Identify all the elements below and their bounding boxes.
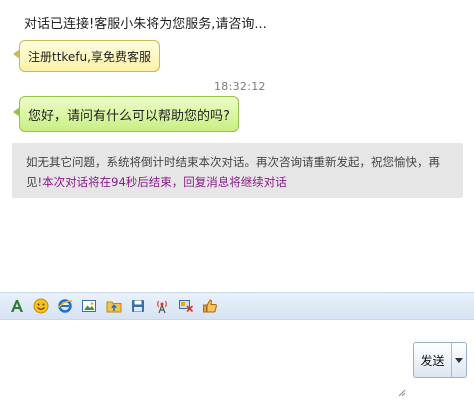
remote-assist-icon[interactable] — [154, 298, 170, 314]
message-text: 注册ttkefu,享免费客服 — [28, 49, 151, 64]
input-toolbar — [0, 292, 474, 320]
emoji-icon[interactable] — [33, 298, 49, 314]
like-icon[interactable] — [202, 298, 218, 314]
connection-status: 对话已连接!客服小朱将为您服务,请咨询... — [24, 17, 267, 32]
font-icon[interactable] — [9, 298, 25, 314]
screenshot-icon[interactable] — [178, 298, 194, 314]
countdown-text: 本次对话将在94秒后结束，回复消息将继续对话 — [42, 175, 287, 189]
system-notice: 如无其它问题，系统将倒计时结束本次对话。再次咨询请重新发起，祝您愉快，再见!本次… — [12, 143, 463, 198]
message-bubble: 您好，请问有什么可以帮助您的吗? — [13, 96, 239, 132]
folder-upload-icon[interactable] — [106, 298, 122, 314]
chat-history: 对话已连接!客服小朱将为您服务,请咨询... 注册ttkefu,享免费客服 18… — [0, 0, 474, 292]
message-bubble: 注册ttkefu,享免费客服 — [13, 40, 160, 72]
save-icon[interactable] — [130, 298, 146, 314]
message-text: 您好，请问有什么可以帮助您的吗? — [28, 108, 230, 124]
resize-grip-icon[interactable] — [396, 386, 406, 397]
chevron-down-icon[interactable] — [452, 343, 466, 377]
browser-icon[interactable] — [57, 298, 73, 314]
send-button[interactable]: 发送 — [413, 342, 467, 378]
message-timestamp: 18:32:12 — [214, 80, 266, 93]
image-icon[interactable] — [81, 298, 97, 314]
send-button-label[interactable]: 发送 — [414, 343, 452, 377]
